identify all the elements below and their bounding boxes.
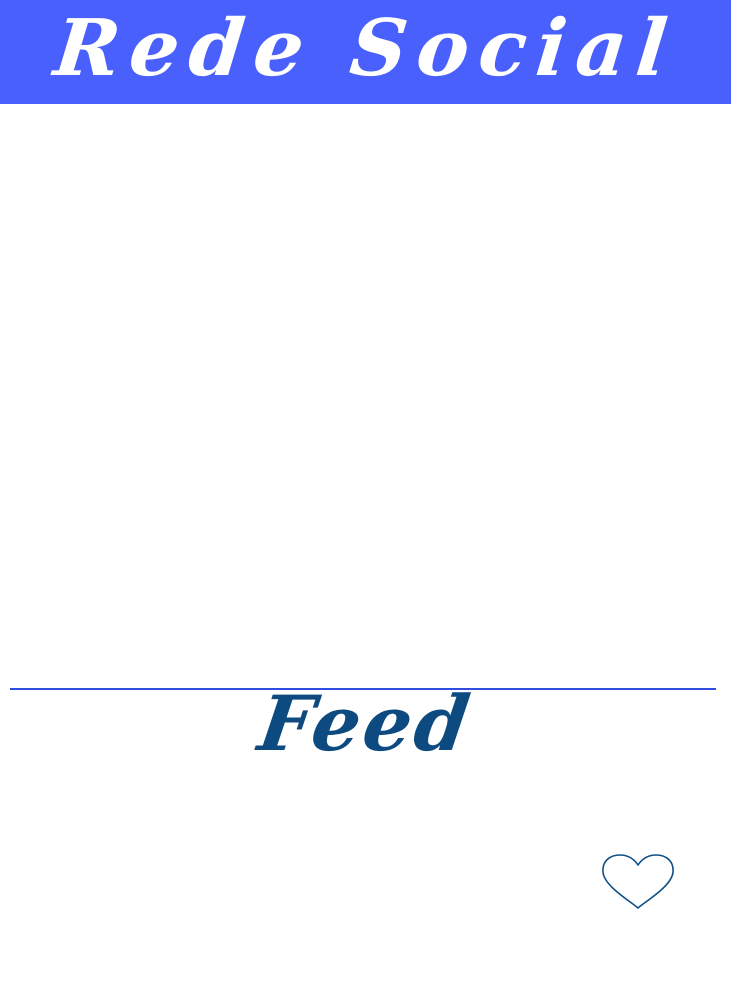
like-button[interactable] (600, 852, 676, 912)
main-content-area (0, 104, 731, 688)
app-header: Rede Social (0, 0, 731, 104)
feed-title: Feed (253, 679, 478, 768)
heart-outline-icon (602, 854, 674, 909)
app-title: Rede Social (50, 3, 682, 94)
